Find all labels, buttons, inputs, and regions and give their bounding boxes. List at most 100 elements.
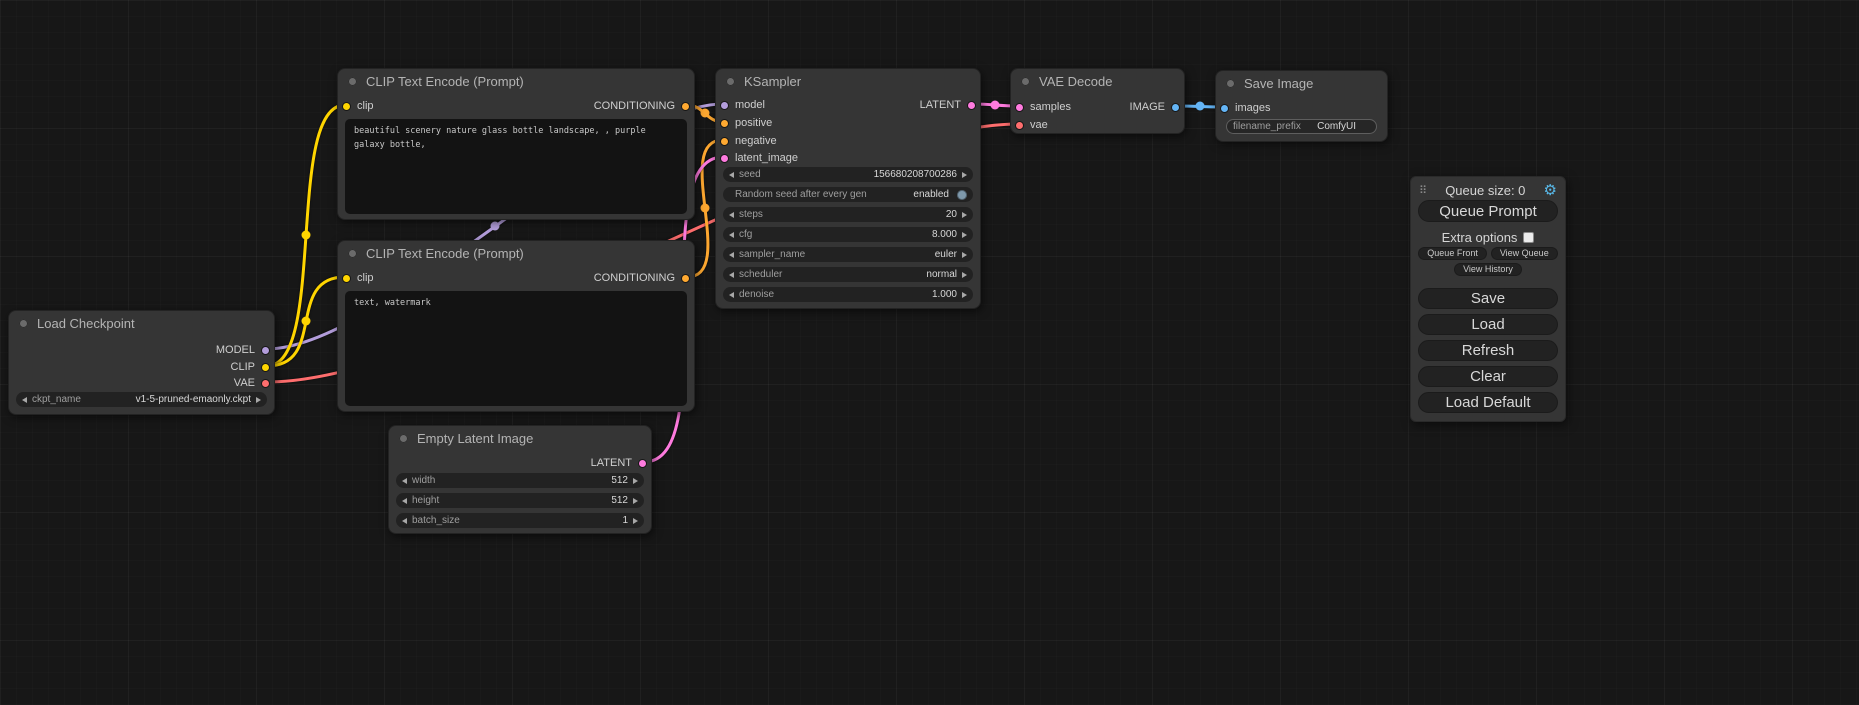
prompt-textarea[interactable]: text, watermark: [345, 291, 687, 406]
widget-denoise[interactable]: denoise 1.000: [723, 287, 973, 302]
collapse-dot-icon[interactable]: [1226, 79, 1235, 88]
collapse-dot-icon[interactable]: [399, 434, 408, 443]
output-port-conditioning[interactable]: [681, 102, 690, 111]
collapse-dot-icon[interactable]: [348, 77, 357, 86]
node-title: CLIP Text Encode (Prompt): [366, 246, 524, 261]
input-port-clip[interactable]: [342, 102, 351, 111]
output-port-latent[interactable]: [638, 459, 647, 468]
collapse-dot-icon[interactable]: [726, 77, 735, 86]
load-default-button[interactable]: Load Default: [1418, 392, 1558, 413]
increment-arrow-icon[interactable]: [633, 518, 638, 524]
widget-value: 1: [622, 515, 628, 526]
widget-height[interactable]: height 512: [396, 493, 644, 508]
widget-cfg[interactable]: cfg 8.000: [723, 227, 973, 242]
settings-gear-icon[interactable]: ⚙: [1544, 183, 1557, 198]
extra-options-label: Extra options: [1442, 230, 1518, 245]
drag-handle-icon[interactable]: ⠿: [1419, 184, 1427, 197]
increment-arrow-icon[interactable]: [633, 498, 638, 504]
output-port-clip[interactable]: [261, 363, 270, 372]
widget-sampler-name[interactable]: sampler_name euler: [723, 247, 973, 262]
view-queue-button[interactable]: View Queue: [1491, 247, 1558, 260]
increment-arrow-icon[interactable]: [962, 212, 967, 218]
collapse-dot-icon[interactable]: [1021, 77, 1030, 86]
widget-scheduler[interactable]: scheduler normal: [723, 267, 973, 282]
node-title-bar[interactable]: Save Image: [1216, 71, 1387, 95]
input-port-model[interactable]: [720, 101, 729, 110]
input-port-positive[interactable]: [720, 119, 729, 128]
node-title: Save Image: [1244, 76, 1313, 91]
node-empty-latent-image[interactable]: Empty Latent Image LATENT width 512 heig…: [388, 425, 652, 534]
node-title-bar[interactable]: Empty Latent Image: [389, 426, 651, 450]
widget-width[interactable]: width 512: [396, 473, 644, 488]
queue-front-button[interactable]: Queue Front: [1418, 247, 1487, 260]
increment-arrow-icon[interactable]: [962, 292, 967, 298]
widget-steps[interactable]: steps 20: [723, 207, 973, 222]
widget-batch-size[interactable]: batch_size 1: [396, 513, 644, 528]
load-button[interactable]: Load: [1418, 314, 1558, 335]
input-port-vae[interactable]: [1015, 121, 1024, 130]
clear-button[interactable]: Clear: [1418, 366, 1558, 387]
output-port-model[interactable]: [261, 346, 270, 355]
increment-arrow-icon[interactable]: [962, 172, 967, 178]
increment-arrow-icon[interactable]: [633, 478, 638, 484]
decrement-arrow-icon[interactable]: [729, 252, 734, 258]
input-port-latent-image[interactable]: [720, 154, 729, 163]
view-history-button[interactable]: View History: [1454, 263, 1522, 276]
save-button[interactable]: Save: [1418, 288, 1558, 309]
output-port-image[interactable]: [1171, 103, 1180, 112]
widget-seed[interactable]: seed 156680208700286: [723, 167, 973, 182]
toggle-knob-icon[interactable]: [957, 190, 967, 200]
decrement-arrow-icon[interactable]: [729, 272, 734, 278]
node-graph-canvas[interactable]: Load Checkpoint MODEL CLIP VAE ckpt_name…: [0, 0, 1859, 705]
slot-label: clip: [357, 100, 374, 112]
decrement-arrow-icon[interactable]: [402, 498, 407, 504]
decrement-arrow-icon[interactable]: [729, 212, 734, 218]
collapse-dot-icon[interactable]: [19, 319, 28, 328]
widget-ckpt-name[interactable]: ckpt_name v1-5-pruned-emaonly.ckpt: [16, 392, 267, 407]
node-title-bar[interactable]: VAE Decode: [1011, 69, 1184, 93]
decrement-arrow-icon[interactable]: [402, 478, 407, 484]
extra-options-checkbox[interactable]: [1523, 232, 1534, 243]
link-midpoint-dot: [491, 222, 500, 231]
widget-filename-prefix[interactable]: filename_prefix ComfyUI: [1226, 119, 1377, 134]
queue-prompt-button[interactable]: Queue Prompt: [1418, 200, 1558, 222]
prompt-textarea[interactable]: beautiful scenery nature glass bottle la…: [345, 119, 687, 214]
decrement-arrow-icon[interactable]: [402, 518, 407, 524]
widget-value: 8.000: [932, 229, 957, 240]
node-title-bar[interactable]: CLIP Text Encode (Prompt): [338, 241, 694, 265]
collapse-dot-icon[interactable]: [348, 249, 357, 258]
output-port-latent[interactable]: [967, 101, 976, 110]
widget-label: height: [412, 495, 439, 506]
widget-control-after-generate[interactable]: Random seed after every gen enabled: [723, 187, 973, 202]
node-title: KSampler: [744, 74, 801, 89]
increment-arrow-icon[interactable]: [962, 272, 967, 278]
decrement-arrow-icon[interactable]: [22, 397, 27, 403]
node-ksampler[interactable]: KSampler model positive negative latent_…: [715, 68, 981, 309]
node-clip-text-encode-negative[interactable]: CLIP Text Encode (Prompt) clip CONDITION…: [337, 240, 695, 412]
node-title-bar[interactable]: CLIP Text Encode (Prompt): [338, 69, 694, 93]
node-vae-decode[interactable]: VAE Decode samples vae IMAGE: [1010, 68, 1185, 134]
decrement-arrow-icon[interactable]: [729, 292, 734, 298]
input-port-negative[interactable]: [720, 137, 729, 146]
input-port-samples[interactable]: [1015, 103, 1024, 112]
decrement-arrow-icon[interactable]: [729, 232, 734, 238]
node-clip-text-encode-positive[interactable]: CLIP Text Encode (Prompt) clip CONDITION…: [337, 68, 695, 220]
node-save-image[interactable]: Save Image images filename_prefix ComfyU…: [1215, 70, 1388, 142]
output-slot-conditioning: CONDITIONING: [594, 98, 690, 114]
increment-arrow-icon[interactable]: [256, 397, 261, 403]
refresh-button[interactable]: Refresh: [1418, 340, 1558, 361]
increment-arrow-icon[interactable]: [962, 232, 967, 238]
slot-label: negative: [735, 135, 777, 147]
output-port-vae[interactable]: [261, 379, 270, 388]
widget-label: steps: [739, 209, 763, 220]
node-load-checkpoint[interactable]: Load Checkpoint MODEL CLIP VAE ckpt_name…: [8, 310, 275, 415]
increment-arrow-icon[interactable]: [962, 252, 967, 258]
input-port-images[interactable]: [1220, 104, 1229, 113]
widget-value: enabled: [913, 189, 949, 200]
widget-label: filename_prefix: [1233, 121, 1301, 132]
node-title-bar[interactable]: Load Checkpoint: [9, 311, 274, 335]
decrement-arrow-icon[interactable]: [729, 172, 734, 178]
output-port-conditioning[interactable]: [681, 274, 690, 283]
node-title-bar[interactable]: KSampler: [716, 69, 980, 93]
input-port-clip[interactable]: [342, 274, 351, 283]
